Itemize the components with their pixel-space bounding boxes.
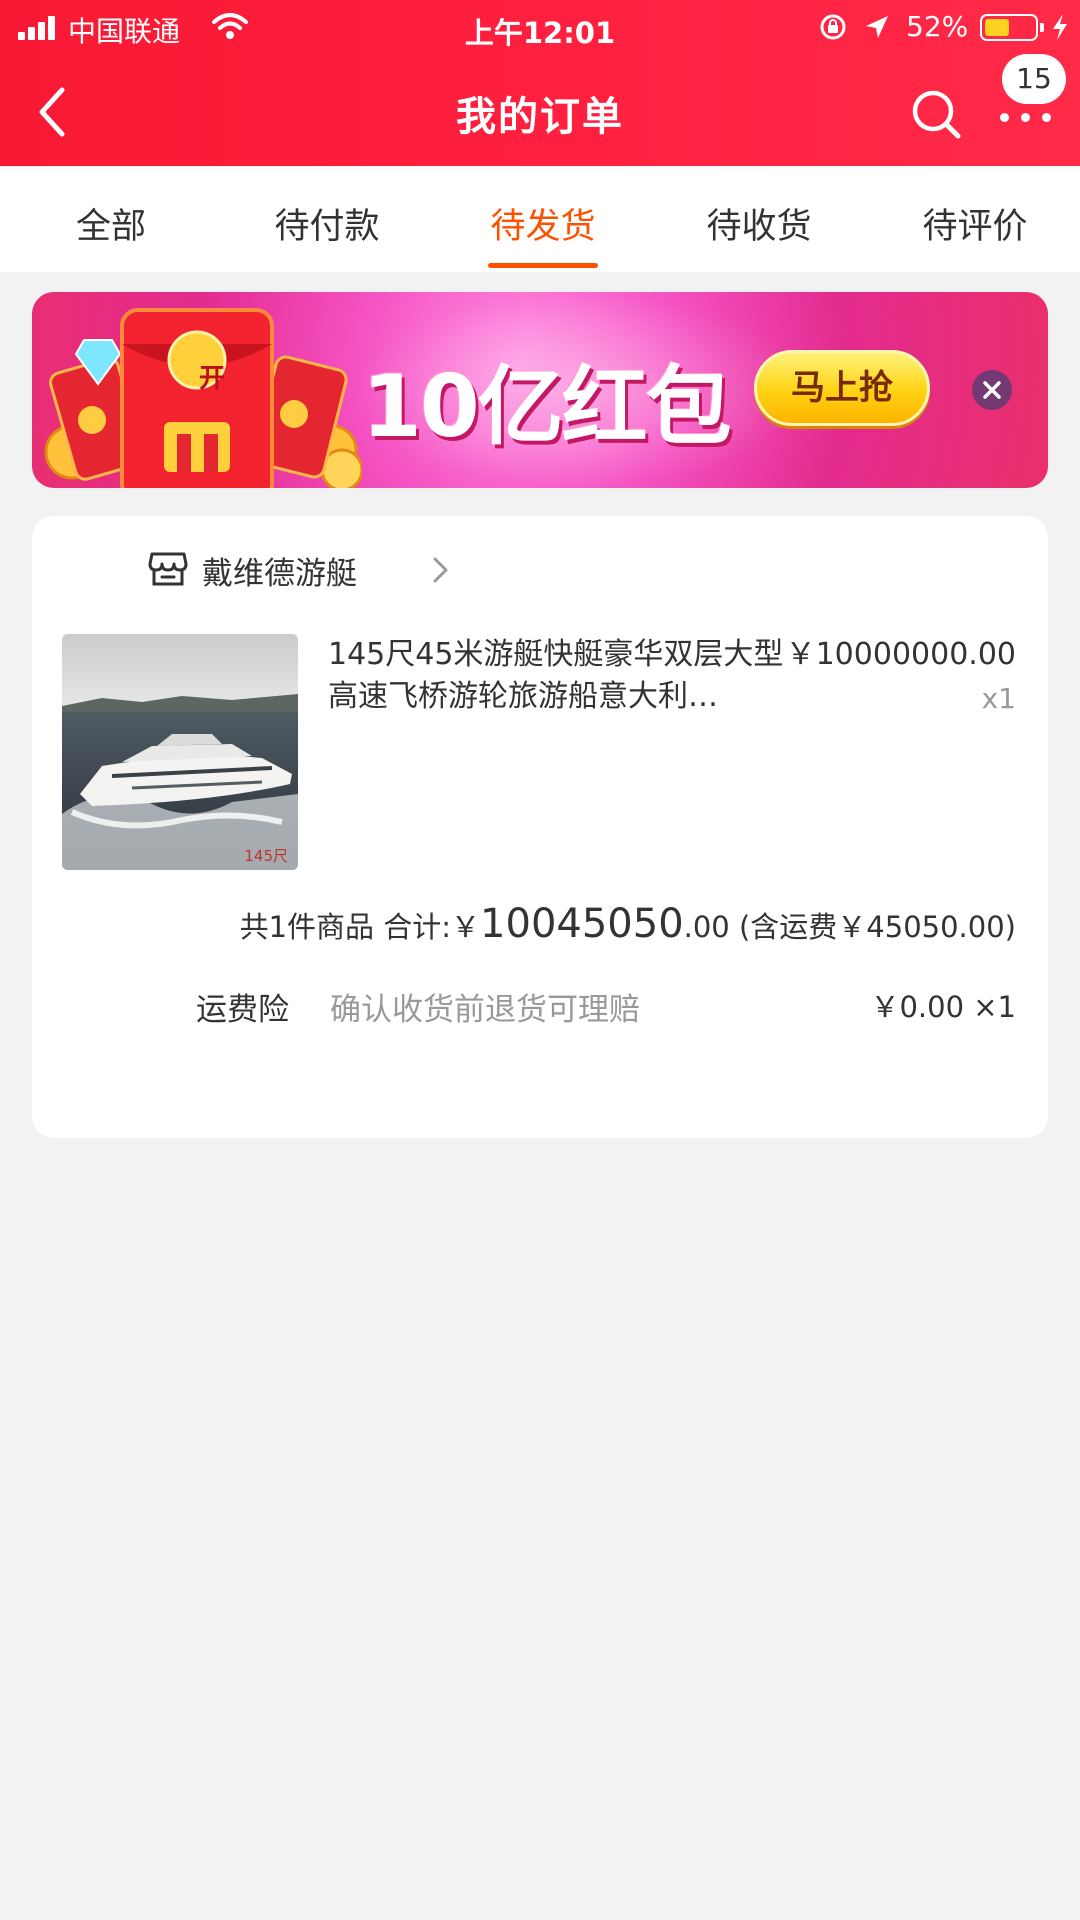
battery-percent: 52% (906, 10, 969, 43)
chevron-right-icon (433, 557, 448, 583)
order-summary: 共1件商品 合计:￥10045050.00 (含运费￥45050.00) (240, 896, 1016, 955)
shipping-insurance-description: 确认收货前退货可理赔 (330, 992, 640, 1028)
battery-icon (980, 14, 1044, 41)
message-count-badge: 15 (1002, 54, 1066, 104)
image-caption: 145尺 (244, 847, 288, 865)
shipping-fee: (含运费￥45050.00) (738, 910, 1016, 944)
product-quantity: x1 (981, 682, 1016, 715)
battery-level (985, 19, 1009, 36)
product-image[interactable]: 145尺 (62, 634, 298, 870)
total-currency: ￥ (451, 910, 481, 944)
more-icon[interactable] (996, 106, 1056, 126)
tab-pending-receipt[interactable]: 待收货 (706, 198, 811, 249)
tab-pending-payment[interactable]: 待付款 (274, 198, 379, 249)
shipping-insurance-price: ￥0.00 ×1 (870, 990, 1016, 1024)
order-card: 戴维德游艇 145尺 145尺45米游艇快艇豪华双层大型高速飞桥游轮旅游船意大利… (32, 516, 1048, 1138)
search-icon[interactable] (908, 86, 964, 142)
total-amount: 10045050 (480, 901, 684, 947)
total-decimal: .00 (683, 910, 730, 944)
active-tab-indicator (488, 263, 598, 268)
product-price: ￥10000000.00 (785, 637, 1016, 672)
item-count: 共1件商品 (239, 910, 375, 944)
status-bar: 中国联通 上午12:01 52% (0, 0, 1080, 56)
tab-pending-shipment[interactable]: 待发货 (490, 198, 595, 249)
close-icon[interactable] (972, 370, 1012, 410)
tab-all[interactable]: 全部 (76, 198, 146, 249)
rotation-lock-icon (820, 14, 846, 40)
location-icon (866, 16, 888, 38)
shipping-insurance-label: 运费险 (196, 992, 289, 1028)
product-title[interactable]: 145尺45米游艇快艇豪华双层大型高速飞桥游轮旅游船意大利… (328, 634, 798, 718)
header: 中国联通 上午12:01 52% 我的订单 15 (0, 0, 1080, 166)
red-envelope-banner[interactable]: 开 10亿红包 马上抢 (32, 292, 1048, 488)
banner-title: 10亿红包 (362, 357, 732, 457)
shop-name[interactable]: 戴维德游艇 (202, 548, 357, 593)
grab-now-button[interactable]: 马上抢 (754, 350, 930, 426)
tab-pending-review[interactable]: 待评价 (922, 198, 1027, 249)
shop-icon (148, 552, 188, 586)
order-status-tabs: 全部 待付款 待发货 待收货 待评价 (0, 166, 1080, 272)
total-label: 合计: (383, 910, 452, 944)
nav-bar: 我的订单 15 (0, 54, 1080, 166)
yacht-photo (62, 634, 298, 870)
open-label: 开 (198, 364, 225, 394)
charging-icon (1053, 14, 1067, 40)
